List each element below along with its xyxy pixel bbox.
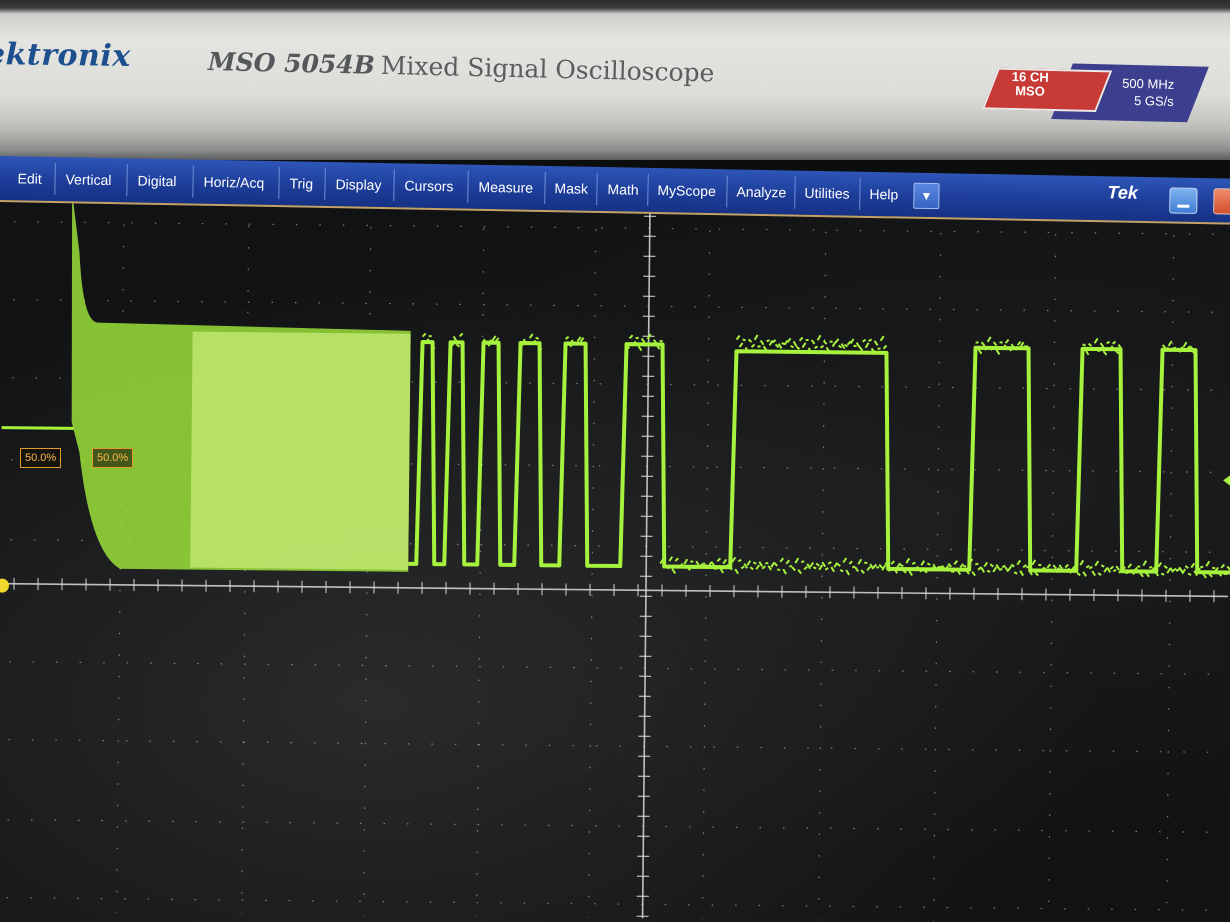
menu-cursors[interactable]: Cursors [402,171,456,200]
chevron-down-icon: ▼ [920,188,933,204]
grid-line-horizontal [7,819,1223,833]
grid-line-vertical [587,207,597,918]
instrument-bezel: ektronix MSO 5054B Mixed Signal Oscillosc… [0,0,1230,160]
close-button[interactable] [1213,188,1230,215]
menu-mask[interactable]: Mask [552,174,590,203]
menu-separator [192,165,194,198]
grid-line-horizontal [13,221,1229,236]
badge-bandwidth: 500 MHz [1122,75,1175,92]
menu-edit[interactable]: Edit [15,164,44,193]
waveform-noise-low [659,556,1230,579]
trigger-level-marker-right[interactable]: 50.0% [92,448,134,468]
model-number: MSO 5054B [207,47,376,80]
menu-help[interactable]: Help [867,180,900,209]
menu-separator [726,175,728,208]
menu-separator [278,167,280,200]
menu-vertical[interactable]: Vertical [63,165,113,194]
menu-separator [596,172,598,205]
spec-badge: 16 CH MSO 500 MHz 5 GS/s [981,61,1209,123]
center-axis-horizontal [8,582,1228,598]
grid-line-horizontal [6,897,1222,911]
menu-trig[interactable]: Trig [287,169,315,198]
waveform-idle-segment [1,426,74,430]
menu-utilities[interactable]: Utilities [802,179,852,208]
menu-separator [54,163,56,196]
menu-measure[interactable]: Measure [476,173,535,202]
menu-analyze[interactable]: Analyze [734,177,788,206]
model-title: MSO 5054B Mixed Signal Oscilloscope [208,47,715,87]
menu-separator [467,170,469,203]
ground-level-marker [0,578,9,593]
menu-separator [859,177,861,210]
menu-display[interactable]: Display [333,170,383,199]
badge-spec: 500 MHz 5 GS/s [1094,74,1175,110]
menu-horiz-acq[interactable]: Horiz/Acq [201,168,266,197]
graticule-group [0,198,1230,922]
menu-separator [794,176,796,209]
tek-logo: Tek [1107,182,1139,203]
badge-channels: 16 CH MSO [1000,69,1061,99]
grid-line-horizontal [12,299,1228,314]
grid-line-horizontal [8,739,1224,753]
waveform-trace [408,339,1230,575]
menu-separator [393,169,395,202]
menu-myscope[interactable]: MyScope [655,176,718,205]
scope-display: 50.0% 50.0% [0,198,1230,922]
badge-type-label: MSO [1015,83,1045,99]
menu-separator [324,167,326,200]
model-description: Mixed Signal Oscilloscope [380,50,715,88]
trigger-position-arrow [1223,474,1230,487]
menu-math[interactable]: Math [605,175,641,204]
badge-sample-rate: 5 GS/s [1133,92,1174,109]
menu-digital[interactable]: Digital [135,166,178,195]
menu-separator [647,173,649,206]
menu-dropdown-button[interactable]: ▼ [913,182,940,210]
trigger-level-marker-left[interactable]: 50.0% [20,448,62,468]
brand-logo: ektronix [0,36,131,75]
grid-line-horizontal [9,661,1225,675]
waveform-graticule [0,198,1230,922]
waveform-burst-dense [190,331,411,570]
menu-separator [544,171,546,204]
menu-separator [126,164,128,197]
minimize-button[interactable] [1169,187,1198,214]
